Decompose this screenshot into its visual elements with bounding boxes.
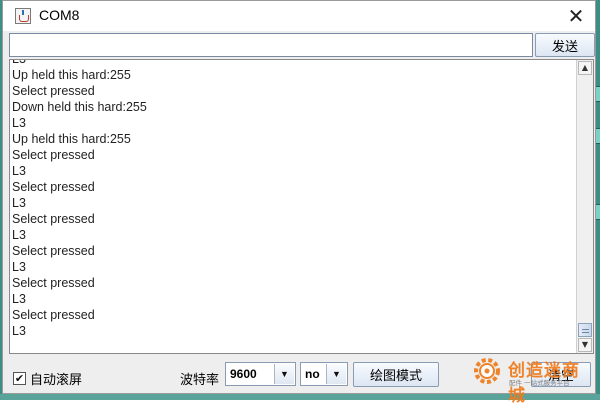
output-lines: L3 Up held this hard:255 Select pressed Dow… <box>12 59 577 339</box>
java-app-icon <box>15 8 31 24</box>
send-bar: 发送 <box>9 33 595 57</box>
autoscroll-checkbox[interactable]: ✔ <box>13 372 26 385</box>
output-line: L3 <box>12 228 26 242</box>
serial-monitor-window: COM8 ✕ 发送 L3 Up held this hard:255 Select … <box>2 0 596 394</box>
output-line: Select pressed <box>12 148 95 162</box>
output-line: Up held this hard:255 <box>12 132 131 146</box>
output-line: Down held this hard:255 <box>12 100 147 114</box>
output-line: L3 <box>12 260 26 274</box>
output-line: Select pressed <box>12 308 95 322</box>
baud-label: 波特率 <box>180 373 220 388</box>
send-button[interactable]: 发送 <box>535 33 595 57</box>
output-line: L3 <box>12 324 26 338</box>
scroll-down-icon[interactable]: ▼ <box>578 338 592 352</box>
output-line: Select pressed <box>12 180 95 194</box>
output-line: L3 <box>12 292 26 306</box>
chevron-down-icon[interactable]: ▼ <box>326 364 346 384</box>
output-line: L3 <box>12 59 26 66</box>
output-line: Select pressed <box>12 244 95 258</box>
close-icon[interactable]: ✕ <box>565 5 587 27</box>
plot-mode-button[interactable]: 绘图模式 <box>353 362 439 387</box>
output-line: Select pressed <box>12 276 95 290</box>
clear-button[interactable]: 清空 <box>531 362 591 387</box>
line-ending-select[interactable]: no ▼ <box>300 362 348 386</box>
title-bar[interactable]: COM8 ✕ <box>3 1 595 31</box>
output-line: L3 <box>12 164 26 178</box>
output-line: L3 <box>12 116 26 130</box>
baud-rate-select[interactable]: 9600 ▼ <box>225 362 296 386</box>
output-line: Select pressed <box>12 212 95 226</box>
window-title: COM8 <box>39 7 80 23</box>
vertical-scrollbar[interactable]: ▲ ▼ <box>576 60 593 353</box>
line-ending-value: no <box>305 367 320 381</box>
send-input[interactable] <box>9 33 533 57</box>
serial-output[interactable]: L3 Up held this hard:255 Select pressed Dow… <box>9 59 594 354</box>
output-line: Up held this hard:255 <box>12 68 131 82</box>
scroll-up-icon[interactable]: ▲ <box>578 61 592 75</box>
scroll-thumb[interactable] <box>578 323 592 337</box>
autoscroll-toggle[interactable]: ✔ 自动滚屏 <box>13 369 82 388</box>
output-line: L3 <box>12 196 26 210</box>
baud-rate-value: 9600 <box>230 367 257 381</box>
output-line: Select pressed <box>12 84 95 98</box>
footer-toolbar: ✔ 自动滚屏 波特率 9600 ▼ no ▼ 绘图模式 清空 <box>3 357 595 393</box>
autoscroll-label: 自动滚屏 <box>30 373 83 388</box>
desktop-background-bottom <box>0 394 600 400</box>
chevron-down-icon[interactable]: ▼ <box>274 364 294 384</box>
